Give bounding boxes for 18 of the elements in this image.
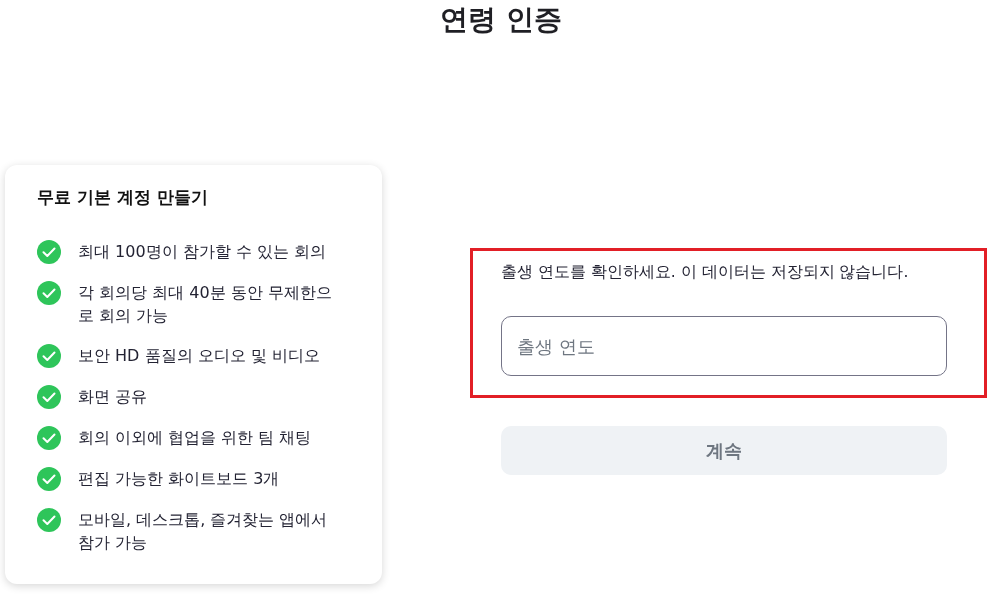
check-icon (37, 344, 61, 368)
feature-text: 회의 이외에 협업을 위한 팀 채팅 (78, 427, 312, 449)
prompt-text: 출생 연도를 확인하세요. 이 데이터는 저장되지 않습니다. (501, 262, 910, 283)
page-title: 연령 인증 (439, 2, 563, 38)
check-icon (37, 508, 61, 532)
feature-text: 최대 100명이 참가할 수 있는 회의 (78, 241, 326, 263)
check-icon (37, 467, 61, 491)
check-icon (37, 240, 61, 264)
birth-year-field[interactable]: 출생 연도 (501, 316, 947, 376)
check-icon (37, 281, 61, 305)
feature-text: 화면 공유 (78, 386, 148, 408)
card-title: 무료 기본 계정 만들기 (37, 186, 209, 208)
feature-text: 각 회의당 최대 40분 동안 무제한으로 회의 가능 (78, 282, 333, 327)
check-icon (37, 426, 61, 450)
feature-text: 보안 HD 품질의 오디오 및 비디오 (78, 345, 320, 367)
feature-text: 모바일, 데스크톱, 즐겨찾는 앱에서 참가 가능 (78, 509, 329, 554)
feature-text: 편집 가능한 화이트보드 3개 (78, 468, 280, 490)
check-icon (37, 385, 61, 409)
